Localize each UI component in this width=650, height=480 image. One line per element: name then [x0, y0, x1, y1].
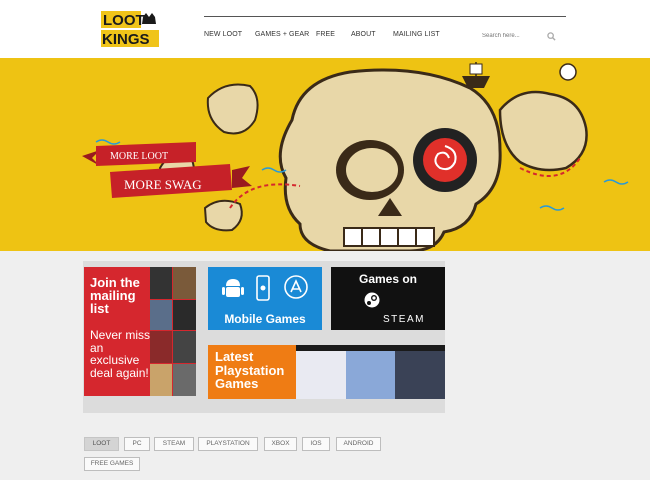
tag-playstation[interactable]: PLAYSTATION: [198, 437, 258, 451]
search-input[interactable]: [482, 30, 548, 42]
playstation-tile-label: Latest Playstation Games: [215, 349, 285, 391]
playstation-covers-image: [296, 345, 445, 399]
svg-text:LOOT: LOOT: [103, 12, 145, 29]
hero-banner[interactable]: MORE LOOT MORE SWAG: [0, 58, 650, 251]
playstation-games-tile[interactable]: Latest Playstation Games: [208, 345, 445, 399]
mailing-tile-title: Join the mailing list: [90, 275, 140, 316]
ribbon-more-loot: MORE LOOT: [82, 142, 196, 166]
tag-android[interactable]: ANDROID: [336, 437, 381, 451]
tag-xbox[interactable]: XBOX: [264, 437, 297, 451]
svg-text:MORE LOOT: MORE LOOT: [110, 151, 168, 162]
nav-mailing-list[interactable]: MAILING LIST: [393, 31, 453, 38]
nav-divider: [204, 16, 566, 17]
tag-free-games[interactable]: FREE GAMES: [84, 457, 140, 471]
steam-tile-title: Games on: [358, 272, 418, 286]
game-covers-image: [150, 267, 196, 396]
android-icon: [222, 279, 244, 297]
steam-wordmark: STEAM: [383, 314, 425, 325]
svg-text:MORE SWAG: MORE SWAG: [124, 177, 202, 192]
loot-kings-logo[interactable]: LOOT KINGS: [99, 11, 161, 48]
mobile-games-tile[interactable]: Mobile Games: [208, 267, 322, 330]
nav-games-gear[interactable]: GAMES + GEAR: [255, 31, 316, 38]
nav-free[interactable]: FREE: [316, 31, 351, 38]
main-nav: NEW LOOT GAMES + GEAR FREE ABOUT MAILING…: [204, 31, 453, 38]
apple-phone-icon: [256, 275, 270, 301]
search-icon[interactable]: [547, 32, 556, 41]
steam-games-tile[interactable]: Games on STEAM: [331, 267, 445, 330]
ribbon-more-swag: MORE SWAG: [110, 164, 252, 198]
app-store-icon: [284, 275, 308, 299]
mailing-list-tile[interactable]: Join the mailing list Never miss an excl…: [84, 267, 196, 396]
tag-steam[interactable]: STEAM: [154, 437, 194, 451]
steam-icon: [364, 292, 380, 308]
mailing-tile-text: Never miss an exclusive deal again!: [90, 328, 151, 380]
tag-pc[interactable]: PC: [124, 437, 150, 451]
tag-ios[interactable]: IOS: [302, 437, 330, 451]
svg-text:KINGS: KINGS: [102, 31, 150, 47]
tag-loot[interactable]: LOOT: [84, 437, 119, 451]
search-box: [482, 30, 566, 42]
site-header: LOOT KINGS NEW LOOT GAMES + GEAR FREE AB…: [0, 0, 650, 58]
nav-about[interactable]: ABOUT: [351, 31, 393, 38]
mobile-games-label: Mobile Games: [224, 312, 306, 326]
nav-new-loot[interactable]: NEW LOOT: [204, 31, 255, 38]
